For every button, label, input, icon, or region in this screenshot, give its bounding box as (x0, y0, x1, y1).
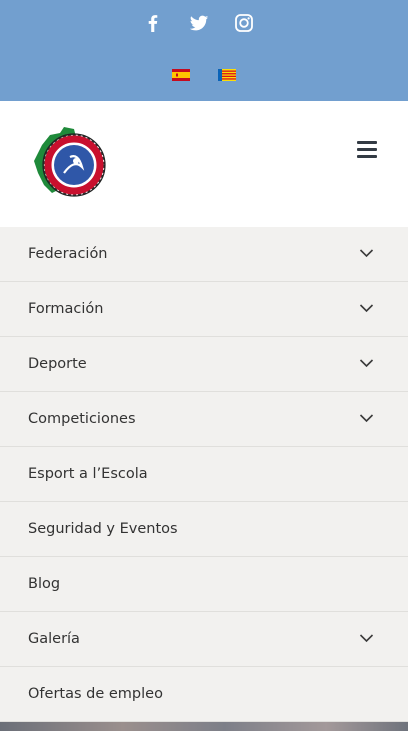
menu-item[interactable]: Federación (0, 227, 408, 282)
hero-image-edge (0, 722, 408, 731)
menu-item[interactable]: Formación (0, 282, 408, 337)
menu-item-label: Formación (28, 301, 104, 317)
menu-item[interactable]: Competiciones (0, 392, 408, 447)
language-selector (0, 66, 408, 81)
instagram-icon[interactable] (233, 12, 255, 34)
top-bar (0, 0, 408, 101)
federation-logo[interactable] (30, 123, 110, 203)
menu-item[interactable]: Esport a l’Escola (0, 447, 408, 502)
chevron-down-icon[interactable] (359, 358, 374, 368)
menu-item-label: Esport a l’Escola (28, 466, 148, 482)
menu-item[interactable]: Seguridad y Eventos (0, 502, 408, 557)
menu-item-label: Galería (28, 631, 80, 647)
valencia-flag-icon[interactable] (218, 66, 236, 81)
menu-item-label: Blog (28, 576, 61, 592)
spain-flag-icon[interactable] (172, 66, 190, 81)
menu-item-label: Ofertas de empleo (28, 686, 163, 702)
menu-item[interactable]: Ofertas de empleo (0, 667, 408, 722)
site-header (0, 101, 408, 227)
facebook-icon[interactable] (142, 12, 164, 34)
menu-item[interactable]: Galería (0, 612, 408, 667)
menu-item-label: Deporte (28, 356, 87, 372)
hamburger-menu-icon[interactable] (357, 141, 377, 159)
menu-item-label: Federación (28, 246, 108, 262)
menu-item-label: Seguridad y Eventos (28, 521, 178, 537)
menu-item[interactable]: Blog (0, 557, 408, 612)
menu-item-label: Competiciones (28, 411, 136, 427)
main-navigation: Federación Formación Deporte Competiciones E… (0, 227, 408, 722)
chevron-down-icon[interactable] (359, 248, 374, 258)
menu-item[interactable]: Deporte (0, 337, 408, 392)
chevron-down-icon[interactable] (359, 413, 374, 423)
twitter-icon[interactable] (188, 12, 210, 34)
chevron-down-icon[interactable] (359, 303, 374, 313)
chevron-down-icon[interactable] (359, 633, 374, 643)
social-links (0, 12, 408, 34)
